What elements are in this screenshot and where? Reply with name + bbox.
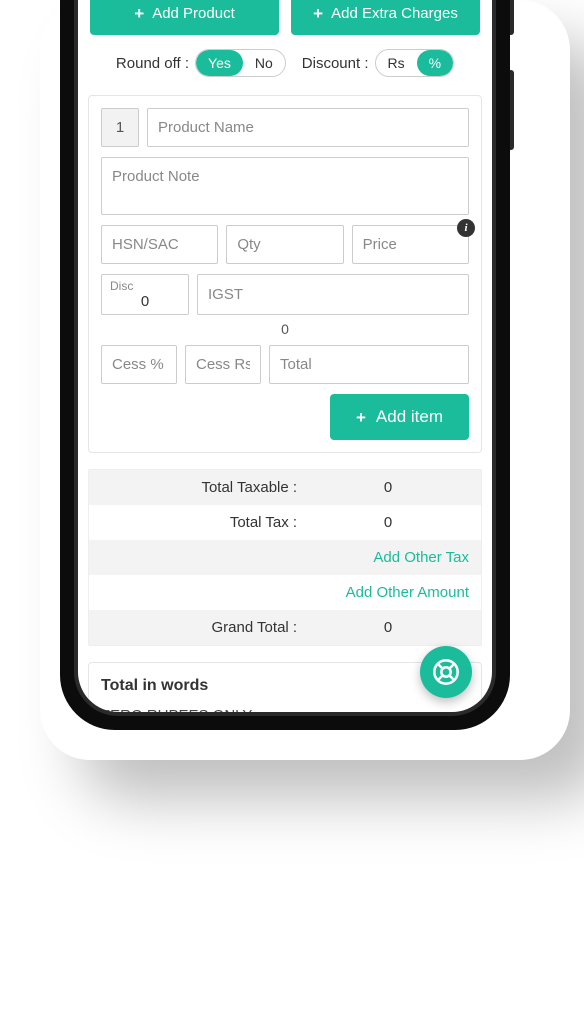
product-name-input[interactable] bbox=[147, 108, 469, 147]
product-index: 1 bbox=[101, 108, 139, 147]
product-note-input[interactable] bbox=[101, 157, 469, 215]
add-extra-charges-label: Add Extra Charges bbox=[331, 5, 458, 22]
app-screen: + Add Product + Add Extra Charges Round … bbox=[78, 0, 492, 712]
phone-side-button bbox=[510, 0, 514, 35]
add-product-button[interactable]: + Add Product bbox=[90, 0, 279, 35]
totals-section: Total Taxable : 0 Total Tax : 0 Add Othe… bbox=[88, 469, 482, 646]
total-tax-label: Total Tax : bbox=[101, 514, 307, 531]
add-other-tax-link[interactable]: Add Other Tax bbox=[373, 549, 469, 566]
add-other-amount-link[interactable]: Add Other Amount bbox=[346, 584, 469, 601]
discount-pct-option[interactable]: % bbox=[417, 50, 453, 76]
plus-icon: + bbox=[313, 5, 323, 22]
add-extra-charges-button[interactable]: + Add Extra Charges bbox=[291, 0, 480, 35]
total-taxable-label: Total Taxable : bbox=[101, 479, 307, 496]
discount-rs-option[interactable]: Rs bbox=[376, 50, 417, 76]
disc-value: 0 bbox=[110, 293, 180, 310]
disc-label: Disc bbox=[110, 279, 180, 293]
roundoff-label: Round off : bbox=[116, 55, 189, 72]
total-taxable-value: 0 bbox=[307, 479, 469, 496]
discount-input[interactable]: Disc 0 bbox=[101, 274, 189, 315]
discount-label: Discount : bbox=[302, 55, 369, 72]
grand-total-value: 0 bbox=[307, 619, 469, 636]
info-icon[interactable]: i bbox=[457, 219, 475, 237]
help-fab-button[interactable] bbox=[420, 646, 472, 698]
roundoff-toggle[interactable]: Yes No bbox=[195, 49, 286, 77]
total-in-words-value: ZERO RUPEES ONLY bbox=[101, 707, 252, 712]
qty-input[interactable] bbox=[226, 225, 343, 264]
cess-pct-input[interactable] bbox=[101, 345, 177, 384]
cess-rs-input[interactable] bbox=[185, 345, 261, 384]
total-in-words-title: Total in words bbox=[101, 677, 469, 695]
plus-icon: + bbox=[134, 5, 144, 22]
plus-icon: + bbox=[356, 409, 366, 426]
add-item-label: Add item bbox=[376, 407, 443, 427]
add-item-button[interactable]: + Add item bbox=[330, 394, 469, 440]
total-tax-value: 0 bbox=[307, 514, 469, 531]
price-input[interactable] bbox=[352, 225, 469, 264]
phone-side-button bbox=[510, 70, 514, 150]
add-product-label: Add Product bbox=[152, 5, 235, 22]
total-input[interactable] bbox=[269, 345, 469, 384]
lifebuoy-icon bbox=[432, 658, 460, 686]
roundoff-yes-option[interactable]: Yes bbox=[196, 50, 243, 76]
discount-toggle[interactable]: Rs % bbox=[375, 49, 455, 77]
phone-frame: + Add Product + Add Extra Charges Round … bbox=[60, 0, 510, 730]
hsn-sac-input[interactable] bbox=[101, 225, 218, 264]
product-card: 1 i Disc 0 bbox=[88, 95, 482, 453]
igst-computed-value: 0 bbox=[101, 321, 469, 337]
roundoff-no-option[interactable]: No bbox=[243, 50, 285, 76]
grand-total-label: Grand Total : bbox=[101, 619, 307, 636]
igst-input[interactable] bbox=[197, 274, 469, 315]
